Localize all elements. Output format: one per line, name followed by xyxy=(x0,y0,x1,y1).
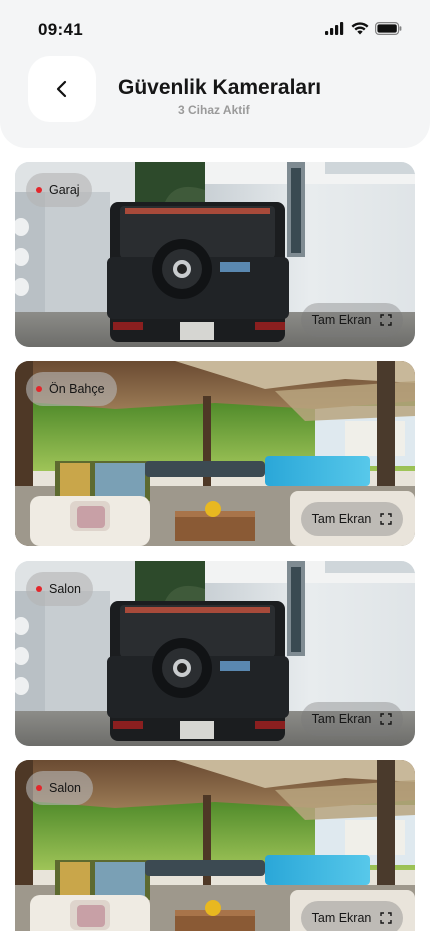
fullscreen-button[interactable]: Tam Ekran xyxy=(301,901,403,931)
camera-badge: Salon xyxy=(26,771,93,805)
camera-badge: Ön Bahçe xyxy=(26,372,117,406)
back-arrow-icon xyxy=(56,80,67,98)
page-title: Güvenlik Kameraları xyxy=(118,76,322,99)
fullscreen-label: Tam Ekran xyxy=(311,712,372,726)
fullscreen-label: Tam Ekran xyxy=(311,313,372,327)
camera-name: Ön Bahçe xyxy=(49,382,105,396)
security-cameras-screen: 09:41 Güvenlik Kameraları 3 Cihaz Aktif … xyxy=(0,0,430,931)
fullscreen-button[interactable]: Tam Ekran xyxy=(301,303,403,337)
fullscreen-label: Tam Ekran xyxy=(311,512,372,526)
wifi-icon xyxy=(351,22,369,35)
status-icons xyxy=(325,22,402,35)
camera-card-front-garden[interactable]: Ön Bahçe Tam Ekran xyxy=(15,361,415,546)
camera-name: Garaj xyxy=(49,183,80,197)
camera-name: Salon xyxy=(49,781,81,795)
camera-card-garage[interactable]: Garaj Tam Ekran xyxy=(15,162,415,347)
expand-icon xyxy=(380,713,393,725)
battery-icon xyxy=(375,22,402,35)
expand-icon xyxy=(380,513,393,525)
camera-badge: Salon xyxy=(26,572,93,606)
status-time: 09:41 xyxy=(38,20,83,39)
camera-name: Salon xyxy=(49,582,81,596)
fullscreen-label: Tam Ekran xyxy=(311,911,372,925)
live-dot xyxy=(36,586,42,592)
signal-icon xyxy=(325,22,344,35)
live-dot xyxy=(36,785,42,791)
camera-badge: Garaj xyxy=(26,173,92,207)
fullscreen-button[interactable]: Tam Ekran xyxy=(301,502,403,536)
fullscreen-button[interactable]: Tam Ekran xyxy=(301,702,403,736)
page-subtitle: 3 Cihaz Aktif xyxy=(178,103,250,117)
header: 09:41 Güvenlik Kameraları 3 Cihaz Aktif xyxy=(0,0,430,148)
camera-card-living-room[interactable]: Salon Tam Ekran xyxy=(15,561,415,746)
expand-icon xyxy=(380,314,393,326)
expand-icon xyxy=(380,912,393,924)
live-dot xyxy=(36,386,42,392)
status-bar: 09:41 xyxy=(0,0,430,56)
back-button[interactable] xyxy=(28,56,96,122)
camera-card-living-room-2[interactable]: Salon Tam Ekran xyxy=(15,760,415,931)
live-dot xyxy=(36,187,42,193)
